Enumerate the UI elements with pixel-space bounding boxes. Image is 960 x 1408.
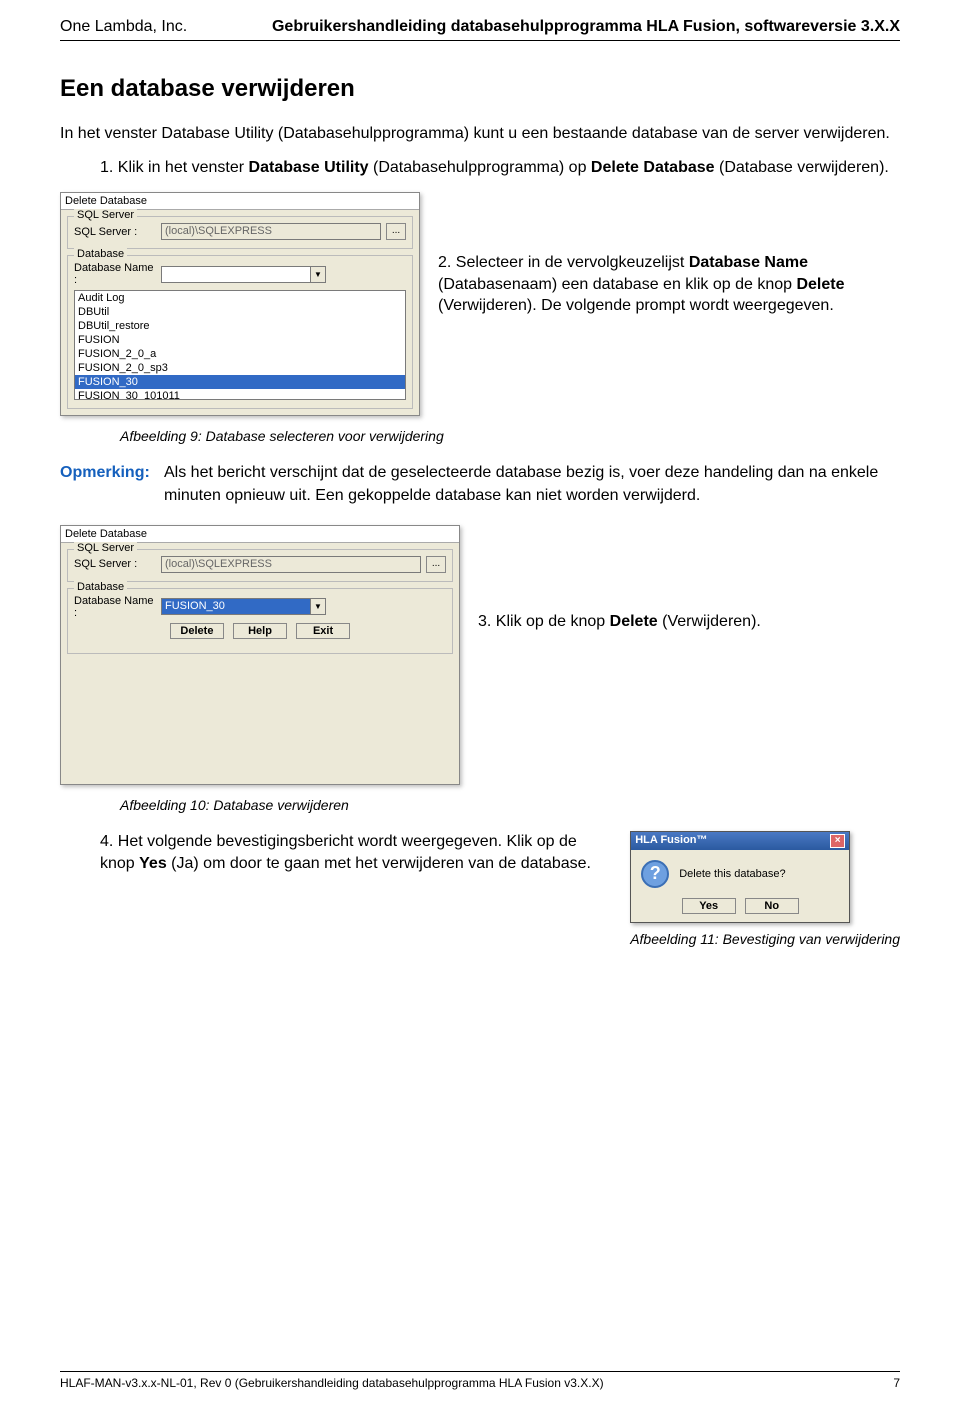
header-right: Gebruikershandleiding databasehulpprogra… (272, 18, 900, 36)
database-name-value[interactable]: FUSION_30 (161, 598, 310, 615)
sql-server-label: SQL Server : (74, 226, 156, 238)
list-item[interactable]: FUSION (75, 333, 405, 347)
database-name-combo[interactable]: ▼ (161, 266, 326, 283)
database-group-label: Database (74, 581, 127, 593)
list-item[interactable]: Audit Log (75, 291, 405, 305)
database-group: Database Database Name : ▼ Audit LogDBUt… (67, 255, 413, 409)
database-name-label: Database Name : (74, 262, 156, 286)
step-4-text: Het volgende bevestigingsbericht wordt w… (100, 833, 591, 872)
database-name-value[interactable] (161, 266, 310, 283)
window-title: Delete Database (61, 193, 419, 210)
sql-server-label: SQL Server : (74, 558, 156, 570)
note-text: Als het bericht verschijnt dat de gesele… (164, 462, 900, 507)
step-2-number: 2. (438, 254, 451, 271)
database-group-label: Database (74, 248, 127, 260)
window-title: Delete Database (61, 526, 459, 543)
step-1-number: 1. (100, 159, 113, 176)
section-title: Een database verwijderen (60, 75, 900, 103)
sql-server-browse-button[interactable]: ... (426, 556, 446, 573)
dialog-titlebar: HLA Fusion™ × (631, 832, 849, 850)
page-header: One Lambda, Inc. Gebruikershandleiding d… (60, 18, 900, 36)
step-4-number: 4. (100, 833, 113, 850)
yes-button[interactable]: Yes (682, 898, 736, 914)
step-3-text: Klik op de knop Delete (Verwijderen). (496, 613, 761, 630)
footer-rule (60, 1371, 900, 1372)
step-3: 3. Klik op de knop Delete (Verwijderen). (478, 525, 761, 631)
database-name-label: Database Name : (74, 595, 156, 619)
caption-9: Afbeelding 9: Database selecteren voor v… (120, 428, 900, 444)
page-number: 7 (893, 1376, 900, 1390)
close-icon[interactable]: × (830, 834, 845, 848)
list-item[interactable]: FUSION_30_101011 (75, 389, 405, 400)
step-4: 4. Het volgende bevestigingsbericht word… (100, 831, 612, 874)
header-left: One Lambda, Inc. (60, 18, 187, 36)
caption-11: Afbeelding 11: Bevestiging van verwijder… (630, 931, 900, 947)
no-button[interactable]: No (745, 898, 799, 914)
sql-server-group: SQL Server SQL Server : (local)\SQLEXPRE… (67, 216, 413, 249)
sql-server-field[interactable]: (local)\SQLEXPRESS (161, 223, 381, 240)
list-item[interactable]: FUSION_2_0_sp3 (75, 361, 405, 375)
help-button[interactable]: Help (233, 623, 287, 639)
step-1-text: Klik in het venster Database Utility (Da… (118, 159, 889, 176)
database-name-combo[interactable]: FUSION_30 ▼ (161, 598, 326, 615)
database-listbox[interactable]: Audit LogDBUtilDBUtil_restoreFUSIONFUSIO… (74, 290, 406, 400)
note-label: Opmerking: (60, 462, 150, 507)
screenshot-delete-database-selected: Delete Database SQL Server SQL Server : … (60, 525, 460, 785)
screenshot-delete-database-list: Delete Database SQL Server SQL Server : … (60, 192, 420, 416)
database-group: Database Database Name : FUSION_30 ▼ Del… (67, 588, 453, 654)
note-block: Opmerking: Als het bericht verschijnt da… (60, 462, 900, 507)
step-1: 1. Klik in het venster Database Utility … (100, 157, 900, 179)
sql-server-group: SQL Server SQL Server : (local)\SQLEXPRE… (67, 549, 453, 582)
list-item[interactable]: FUSION_30 (75, 375, 405, 389)
chevron-down-icon[interactable]: ▼ (310, 266, 326, 283)
step-2-text: Selecteer in de vervolgkeuzelijst Databa… (438, 254, 845, 314)
intro-paragraph: In het venster Database Utility (Databas… (60, 123, 900, 145)
screenshot-confirm-dialog: HLA Fusion™ × ? Delete this database? Ye… (630, 831, 850, 923)
list-item[interactable]: DBUtil (75, 305, 405, 319)
exit-button[interactable]: Exit (296, 623, 350, 639)
step-3-number: 3. (478, 613, 491, 630)
list-item[interactable]: FUSION_2_0_a (75, 347, 405, 361)
caption-10: Afbeelding 10: Database verwijderen (120, 797, 900, 813)
question-icon: ? (641, 860, 669, 888)
chevron-down-icon[interactable]: ▼ (310, 598, 326, 615)
delete-button[interactable]: Delete (170, 623, 224, 639)
step-2: 2. Selecteer in de vervolgkeuzelijst Dat… (438, 192, 900, 317)
list-item[interactable]: DBUtil_restore (75, 319, 405, 333)
footer-left: HLAF-MAN-v3.x.x-NL-01, Rev 0 (Gebruikers… (60, 1376, 604, 1390)
sql-server-browse-button[interactable]: ... (386, 223, 406, 240)
dialog-title: HLA Fusion™ (635, 834, 707, 848)
sql-server-group-label: SQL Server (74, 542, 137, 554)
sql-server-group-label: SQL Server (74, 209, 137, 221)
page-footer: HLAF-MAN-v3.x.x-NL-01, Rev 0 (Gebruikers… (60, 1371, 900, 1390)
dialog-message: Delete this database? (679, 868, 785, 880)
sql-server-field[interactable]: (local)\SQLEXPRESS (161, 556, 421, 573)
header-rule (60, 40, 900, 41)
